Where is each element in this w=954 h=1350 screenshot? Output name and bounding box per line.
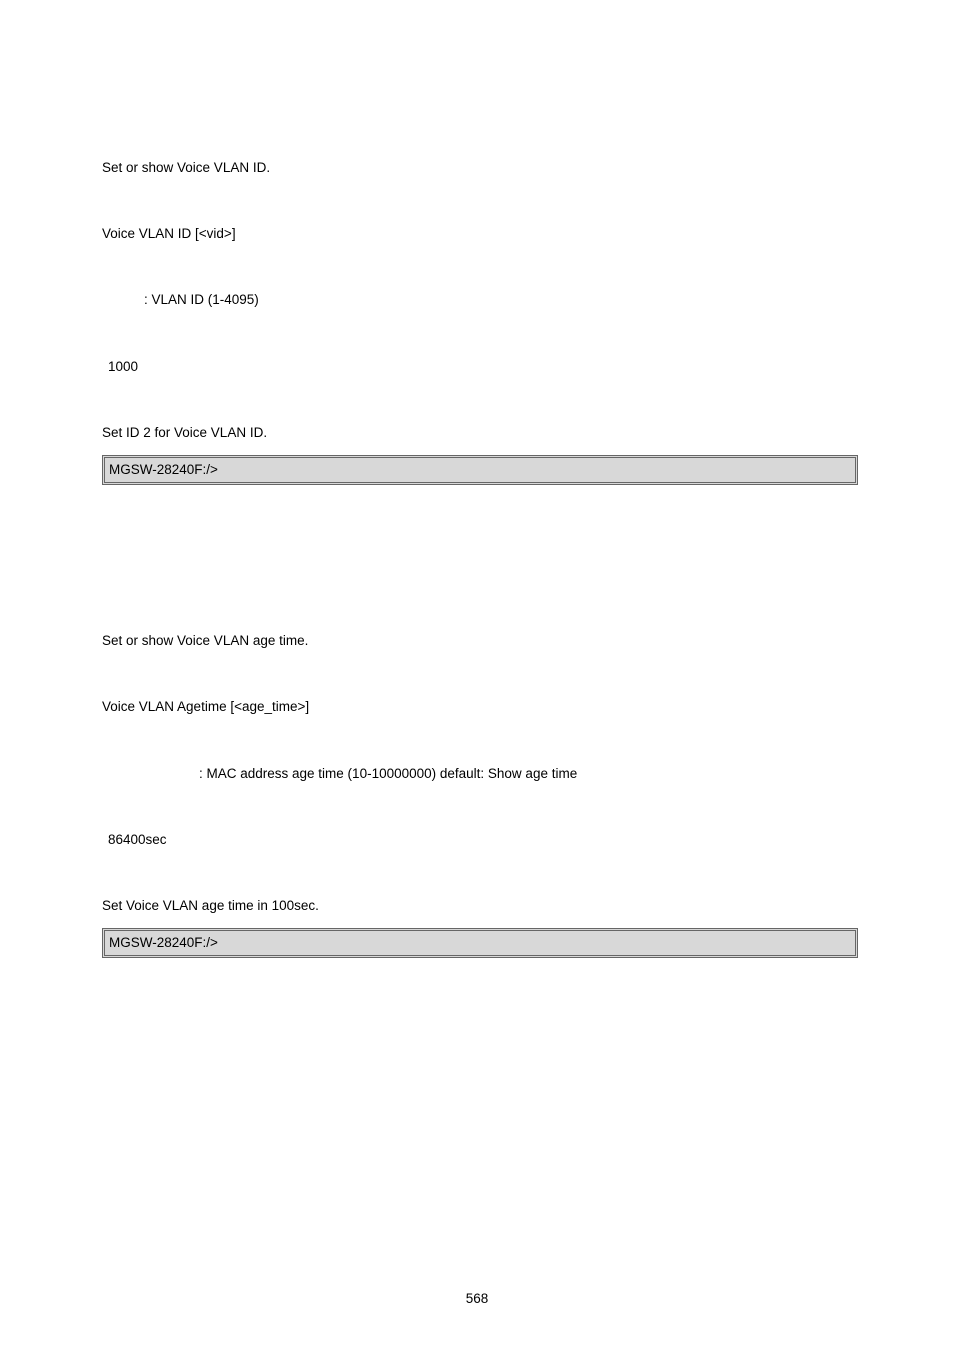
s1-example-desc: Set ID 2 for Voice VLAN ID.: [102, 425, 852, 441]
s2-syntax: Voice VLAN Agetime [<age_time>]: [102, 699, 852, 715]
s1-code-prompt: MGSW-28240F:/>: [109, 462, 851, 478]
s1-parameter: : VLAN ID (1-4095): [102, 292, 852, 308]
s1-syntax: Voice VLAN ID [<vid>]: [102, 226, 852, 242]
s2-parameter: : MAC address age time (10-10000000) def…: [102, 766, 852, 782]
s1-default: 1000: [102, 359, 852, 375]
page-number: 568: [0, 1291, 954, 1306]
s2-code-box: MGSW-28240F:/>: [102, 928, 858, 958]
section-spacer: [102, 485, 852, 633]
s2-description: Set or show Voice VLAN age time.: [102, 633, 852, 649]
s2-default: 86400sec: [102, 832, 852, 848]
s2-code-prompt: MGSW-28240F:/>: [109, 935, 851, 951]
s2-example-desc: Set Voice VLAN age time in 100sec.: [102, 898, 852, 914]
page-container: Set or show Voice VLAN ID. Voice VLAN ID…: [0, 0, 954, 1350]
s1-description: Set or show Voice VLAN ID.: [102, 160, 852, 176]
s1-code-box: MGSW-28240F:/>: [102, 455, 858, 485]
